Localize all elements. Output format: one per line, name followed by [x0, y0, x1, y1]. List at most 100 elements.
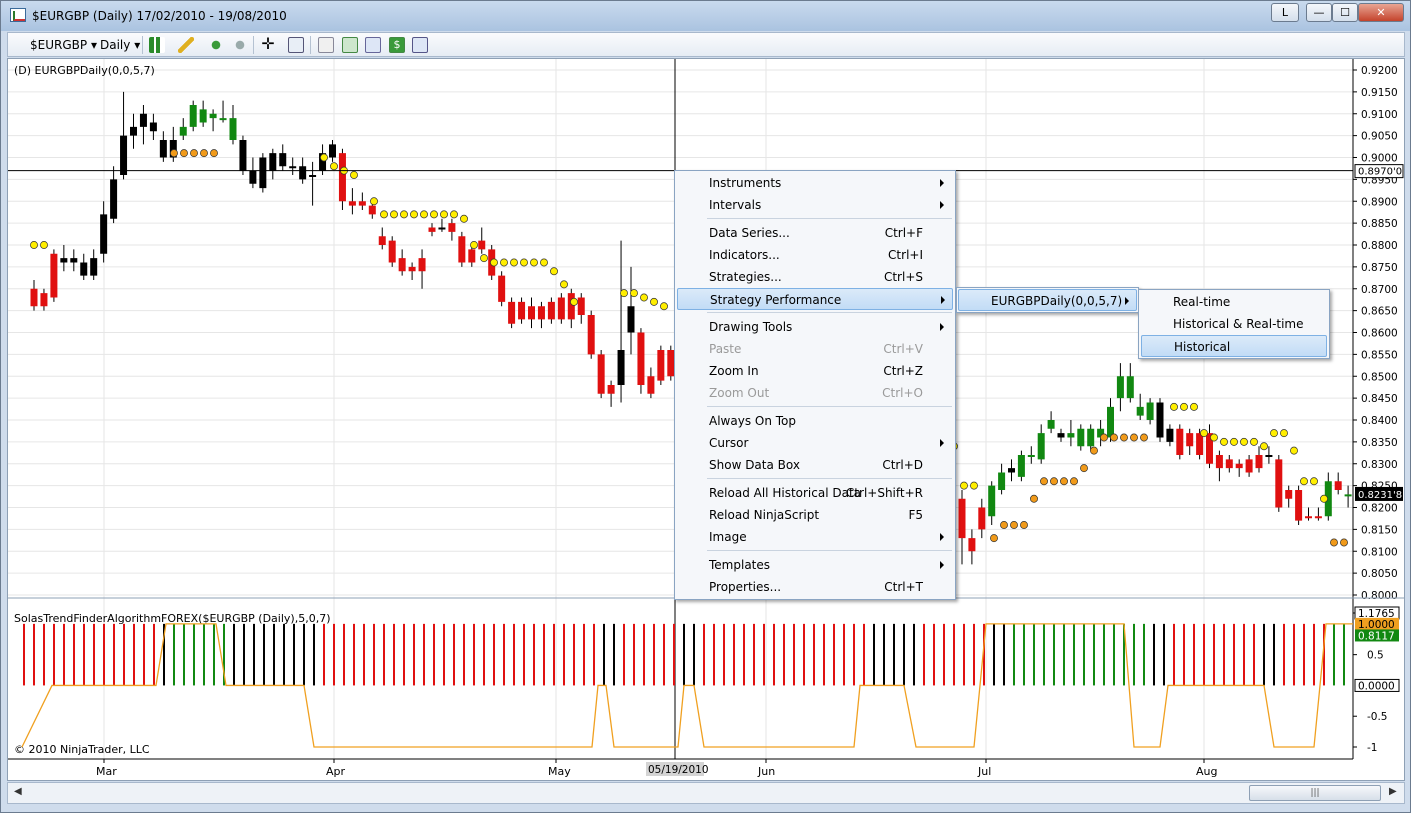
stop-dot	[500, 258, 508, 267]
candle-body	[358, 201, 366, 206]
zoom-icon[interactable]	[232, 37, 248, 53]
interval-selector[interactable]: Daily ▾	[100, 36, 140, 54]
scroll-right-arrow-icon[interactable]: ▶	[1389, 786, 1397, 797]
menu-item-strategies[interactable]: Strategies... Ctrl+S	[677, 266, 953, 288]
stop-dot	[1190, 402, 1198, 411]
submenu-item-label: Historical & Real-time	[1173, 317, 1304, 331]
stop-dot	[390, 210, 398, 219]
menu-item-always-on-top[interactable]: Always On Top	[677, 410, 953, 432]
candle-body	[398, 258, 406, 272]
candle-body	[120, 135, 128, 175]
submenu-item-real-time[interactable]: Real-time	[1141, 291, 1327, 313]
stop-dot	[460, 214, 468, 223]
chart-icon[interactable]	[365, 37, 381, 53]
chevron-right-icon	[940, 201, 944, 209]
pencil-icon[interactable]	[178, 37, 194, 53]
horizontal-scrollbar[interactable]: ◀ ||| ▶	[7, 782, 1405, 804]
menu-item-cursor[interactable]: Cursor	[677, 432, 953, 454]
indicator-zero-value: 0.0000	[1358, 680, 1395, 692]
candle-body	[1107, 406, 1114, 438]
menu-item-data-series[interactable]: Data Series... Ctrl+F	[677, 222, 953, 244]
menu-item-label: Image	[709, 530, 747, 544]
datagrid-icon[interactable]	[412, 37, 428, 53]
price-axis-label: 0.8650	[1361, 306, 1398, 318]
submenu-item-historical[interactable]: Historical	[1141, 335, 1327, 357]
x-axis-label: Mar	[96, 765, 117, 778]
menu-item-show-data-box[interactable]: Show Data Box Ctrl+D	[677, 454, 953, 476]
candle-body	[279, 153, 287, 167]
menu-item-strategy-performance[interactable]: Strategy Performance	[677, 288, 953, 310]
menu-item-zoom-out[interactable]: Zoom Out Ctrl+O	[677, 382, 953, 404]
properties-icon[interactable]	[318, 37, 334, 53]
minimize-button[interactable]: —	[1306, 3, 1332, 22]
crosshair-date-label: 05/19/2010	[648, 764, 709, 776]
stop-dot	[990, 534, 998, 543]
candle-body	[958, 498, 966, 539]
magnifier-icon[interactable]	[288, 37, 304, 53]
menu-item-image[interactable]: Image	[677, 526, 953, 548]
strategy-icon[interactable]	[342, 37, 358, 53]
chevron-right-icon	[941, 296, 945, 304]
menu-item-shortcut: Ctrl+D	[882, 458, 923, 472]
stop-dot	[650, 297, 658, 306]
candlestick-icon[interactable]	[149, 37, 165, 53]
close-button[interactable]: ✕	[1358, 3, 1404, 22]
menu-item-reload-ninjascript[interactable]: Reload NinjaScript F5	[677, 504, 953, 526]
candle-body	[189, 105, 197, 127]
submenu-item-label: Real-time	[1173, 295, 1231, 309]
scroll-thumb[interactable]: |||	[1249, 785, 1381, 801]
stop-dot	[1120, 433, 1128, 442]
candle-body	[1037, 433, 1045, 460]
price-axis-label: 0.8200	[1361, 503, 1398, 515]
stop-dot	[1250, 437, 1258, 446]
candle-body	[458, 236, 466, 263]
menu-item-reload-all-historical-data[interactable]: Reload All Historical Data Ctrl+Shift+R	[677, 482, 953, 504]
toolbar-separator	[253, 36, 254, 54]
candle-body	[30, 288, 38, 307]
stop-dot	[570, 297, 578, 306]
menu-item-shortcut: F5	[908, 508, 923, 522]
price-axis-label: 0.8450	[1361, 393, 1398, 405]
submenu-item-historical-real-time[interactable]: Historical & Real-time	[1141, 313, 1327, 335]
title-bar[interactable]: $EURGBP (Daily) 17/02/2010 - 19/08/2010 …	[1, 1, 1410, 31]
submenu-item-strategy[interactable]: EURGBPDaily(0,0,5,7)	[958, 289, 1137, 311]
menu-item-zoom-in[interactable]: Zoom In Ctrl+Z	[677, 360, 953, 382]
menu-item-intervals[interactable]: Intervals	[677, 194, 953, 216]
candle-body	[597, 354, 605, 394]
menu-item-properties[interactable]: Properties... Ctrl+T	[677, 576, 953, 598]
candle-body	[537, 306, 545, 320]
candle-body	[60, 258, 68, 263]
candle-body	[1275, 459, 1283, 508]
menu-item-label: Paste	[709, 342, 742, 356]
candle-body	[1215, 455, 1223, 469]
instrument-selector[interactable]: $EURGBP ▾	[30, 36, 97, 54]
link-button[interactable]: L	[1271, 3, 1299, 22]
candle-body	[587, 315, 595, 355]
menu-item-label: Intervals	[709, 198, 762, 212]
menu-item-label: Reload All Historical Data	[709, 486, 862, 500]
menu-item-drawing-tools[interactable]: Drawing Tools	[677, 316, 953, 338]
candle-body	[219, 118, 227, 121]
menu-item-paste[interactable]: Paste Ctrl+V	[677, 338, 953, 360]
candle-body	[249, 170, 257, 184]
maximize-button[interactable]: ☐	[1332, 3, 1358, 22]
menu-separator	[707, 218, 952, 219]
menu-item-indicators[interactable]: Indicators... Ctrl+I	[677, 244, 953, 266]
dollar-icon[interactable]: $	[389, 37, 405, 53]
stop-dot	[1320, 494, 1328, 503]
stop-dot	[520, 258, 528, 267]
candle-body	[1057, 433, 1065, 438]
scroll-left-arrow-icon[interactable]: ◀	[14, 786, 22, 797]
candle-body	[209, 113, 217, 119]
candle-body	[1027, 455, 1035, 457]
crosshair-icon[interactable]: ✛	[260, 36, 276, 53]
menu-item-instruments[interactable]: Instruments	[677, 172, 953, 194]
menu-item-templates[interactable]: Templates	[677, 554, 953, 576]
stop-dot	[1020, 521, 1028, 529]
candle-body	[617, 350, 625, 385]
stop-dot	[1130, 433, 1138, 442]
x-axis-label: Apr	[326, 765, 346, 778]
last-price-label: 0.8231'8	[1358, 490, 1402, 501]
stop-dot	[510, 258, 518, 267]
pan-icon[interactable]	[208, 37, 224, 53]
